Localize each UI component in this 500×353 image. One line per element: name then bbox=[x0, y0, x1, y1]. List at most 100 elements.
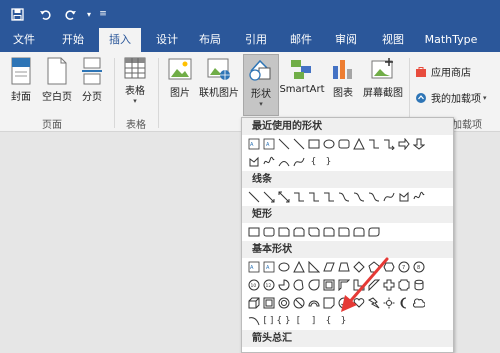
snip-same-side-rectangle-shape[interactable] bbox=[291, 224, 306, 240]
freeform-shape[interactable] bbox=[246, 154, 261, 170]
frame-shape[interactable] bbox=[321, 277, 336, 293]
octagon-shape[interactable]: 8 bbox=[411, 259, 426, 275]
hexagon-shape[interactable] bbox=[381, 259, 396, 275]
my-addins-button[interactable]: 我的加载项 ▾ bbox=[415, 90, 487, 105]
rounded-rectangle-shape[interactable] bbox=[336, 136, 351, 152]
tab-references[interactable]: 引用 bbox=[236, 28, 276, 52]
triangle-shape[interactable] bbox=[351, 136, 366, 152]
down-arrow-shape[interactable] bbox=[411, 136, 426, 152]
left-brace-shape[interactable]: { bbox=[321, 313, 336, 329]
right-bracket-shape[interactable]: ] bbox=[306, 313, 321, 329]
vertical-text-box-shape[interactable]: A bbox=[261, 259, 276, 275]
page-break-button[interactable]: 分页 bbox=[78, 56, 106, 103]
tab-mathtype[interactable]: MathType bbox=[420, 28, 482, 52]
folded-corner-shape[interactable] bbox=[321, 295, 336, 311]
picture-button[interactable]: 图片 bbox=[165, 56, 195, 99]
tab-mailings[interactable]: 邮件 bbox=[281, 28, 321, 52]
online-pictures-button[interactable]: 联机图片 bbox=[197, 56, 241, 99]
tab-layout[interactable]: 布局 bbox=[190, 28, 230, 52]
tab-review[interactable]: 审阅 bbox=[326, 28, 366, 52]
left-bracket-shape[interactable]: [ bbox=[291, 313, 306, 329]
shapes-button[interactable]: 形状 ▾ bbox=[243, 54, 279, 116]
scribble-shape[interactable] bbox=[261, 154, 276, 170]
save-icon[interactable] bbox=[8, 4, 26, 24]
cloud-shape[interactable] bbox=[411, 295, 426, 311]
curved-connector-shape[interactable] bbox=[336, 189, 351, 205]
right-arrow-shape[interactable] bbox=[396, 136, 411, 152]
curved-arrow-shape[interactable] bbox=[351, 189, 366, 205]
tab-design[interactable]: 设计 bbox=[144, 28, 190, 52]
dodecagon-shape[interactable]: 12 bbox=[261, 277, 276, 293]
right-triangle-shape[interactable] bbox=[306, 259, 321, 275]
lightning-bolt-shape[interactable] bbox=[366, 295, 381, 311]
undo-icon[interactable] bbox=[36, 4, 54, 24]
l-shape[interactable] bbox=[351, 277, 366, 293]
chart-button[interactable]: 图表 bbox=[329, 56, 357, 99]
curved-double-arrow-shape[interactable] bbox=[366, 189, 381, 205]
can-shape[interactable] bbox=[411, 277, 426, 293]
plaque-shape[interactable] bbox=[396, 277, 411, 293]
tab-home[interactable]: 开始 bbox=[50, 28, 96, 52]
rounded-rectangle-shape[interactable] bbox=[261, 224, 276, 240]
pie-shape[interactable] bbox=[276, 277, 291, 293]
tab-insert[interactable]: 插入 bbox=[99, 28, 141, 52]
left-brace-shape[interactable]: { bbox=[306, 154, 321, 170]
oval-shape[interactable] bbox=[276, 259, 291, 275]
curve-shape[interactable] bbox=[291, 154, 306, 170]
elbow-arrow-shape[interactable] bbox=[381, 136, 396, 152]
teardrop-shape[interactable] bbox=[306, 277, 321, 293]
cube-shape[interactable] bbox=[246, 295, 261, 311]
store-button[interactable]: 应用商店 bbox=[415, 64, 471, 79]
right-brace-shape[interactable]: } bbox=[321, 154, 336, 170]
customize-qat-icon[interactable]: ≡ bbox=[98, 4, 108, 24]
line-arrow-shape[interactable] bbox=[261, 189, 276, 205]
right-brace-shape[interactable]: } bbox=[336, 313, 351, 329]
cross-shape[interactable] bbox=[381, 277, 396, 293]
arc-shape[interactable] bbox=[246, 313, 261, 329]
smartart-button[interactable]: SmartArt bbox=[279, 56, 325, 95]
tab-file[interactable]: 文件 bbox=[2, 28, 46, 52]
chord-shape[interactable] bbox=[291, 277, 306, 293]
screenshot-button[interactable]: 屏幕截图 bbox=[360, 56, 406, 99]
decagon-shape[interactable]: 10 bbox=[246, 277, 261, 293]
smiley-face-shape[interactable] bbox=[336, 295, 351, 311]
round-single-corner-rectangle-shape[interactable] bbox=[336, 224, 351, 240]
scribble-shape[interactable] bbox=[411, 189, 426, 205]
trapezoid-shape[interactable] bbox=[336, 259, 351, 275]
bevel-shape[interactable] bbox=[261, 295, 276, 311]
rectangle-shape[interactable] bbox=[306, 136, 321, 152]
snip-round-rectangle-shape[interactable] bbox=[321, 224, 336, 240]
triangle-shape[interactable] bbox=[291, 259, 306, 275]
double-arrow-line-shape[interactable] bbox=[276, 189, 291, 205]
cover-page-button[interactable]: 封面 bbox=[6, 56, 36, 103]
moon-shape[interactable] bbox=[396, 295, 411, 311]
parallelogram-shape[interactable] bbox=[321, 259, 336, 275]
text-box-shape[interactable]: A bbox=[246, 259, 261, 275]
block-arc-shape[interactable] bbox=[306, 295, 321, 311]
line-shape[interactable] bbox=[276, 136, 291, 152]
snip-diagonal-rectangle-shape[interactable] bbox=[306, 224, 321, 240]
heptagon-shape[interactable]: 7 bbox=[396, 259, 411, 275]
tab-view[interactable]: 视图 bbox=[373, 28, 413, 52]
half-frame-shape[interactable] bbox=[336, 277, 351, 293]
chevron-down-icon[interactable]: ▾ bbox=[84, 4, 94, 24]
elbow-double-arrow-shape[interactable] bbox=[321, 189, 336, 205]
elbow-connector-shape[interactable] bbox=[291, 189, 306, 205]
arc-shape[interactable] bbox=[276, 154, 291, 170]
double-brace-shape[interactable]: { } bbox=[276, 313, 291, 329]
table-button[interactable]: 表格 ▾ bbox=[120, 56, 150, 105]
no-symbol-shape[interactable] bbox=[291, 295, 306, 311]
round-same-side-rectangle-shape[interactable] bbox=[351, 224, 366, 240]
blank-page-button[interactable]: 空白页 bbox=[40, 56, 74, 103]
heart-shape[interactable] bbox=[351, 295, 366, 311]
elbow-connector-shape[interactable] bbox=[366, 136, 381, 152]
vertical-text-box-shape[interactable]: A bbox=[261, 136, 276, 152]
snip-single-corner-rectangle-shape[interactable] bbox=[276, 224, 291, 240]
diamond-shape[interactable] bbox=[351, 259, 366, 275]
freeform-shape[interactable] bbox=[396, 189, 411, 205]
redo-icon[interactable] bbox=[62, 4, 82, 24]
line-shape[interactable] bbox=[246, 189, 261, 205]
elbow-arrow-shape[interactable] bbox=[306, 189, 321, 205]
diagonal-stripe-shape[interactable] bbox=[366, 277, 381, 293]
rectangle-shape[interactable] bbox=[246, 224, 261, 240]
